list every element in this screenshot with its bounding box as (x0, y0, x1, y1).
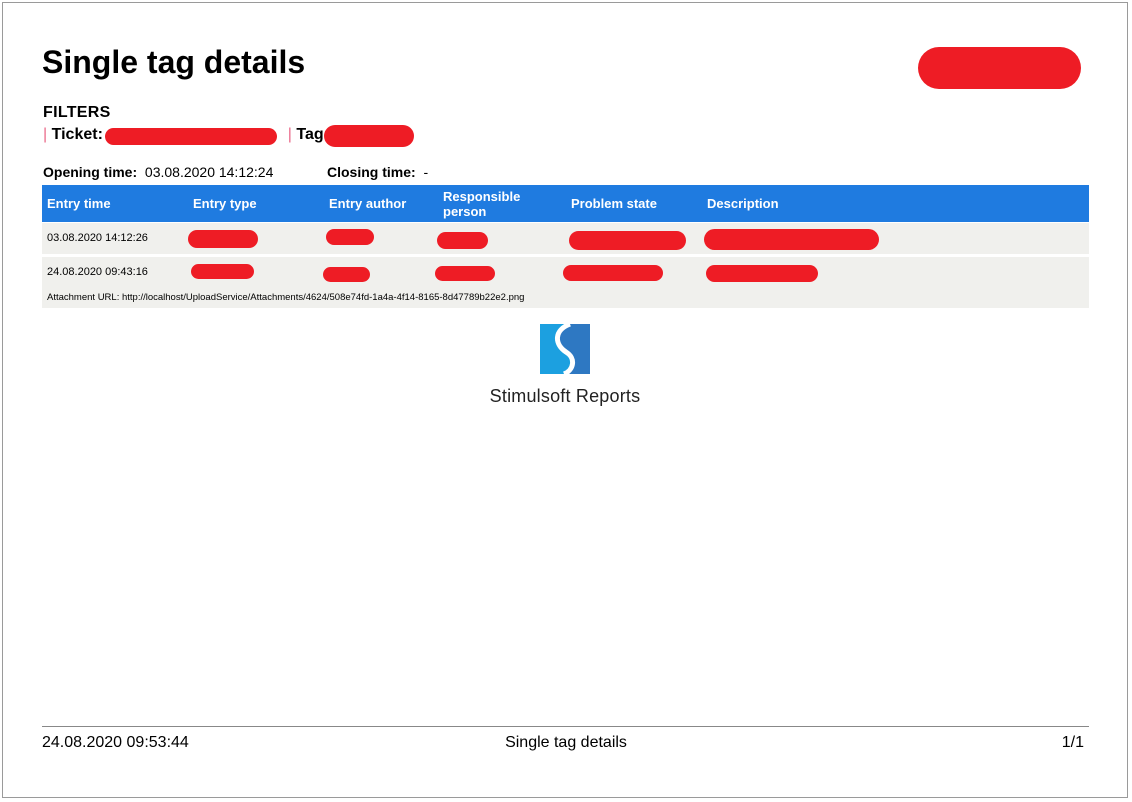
redacted-cell (188, 230, 258, 248)
redacted-cell (323, 267, 370, 282)
redacted-cell (326, 229, 374, 245)
redacted-tag (324, 125, 414, 147)
closing-time-label: Closing time: (327, 164, 416, 180)
stimulsoft-logo-icon (540, 324, 590, 374)
column-header-entry-author: Entry author (329, 196, 407, 211)
page-title: Single tag details (42, 44, 306, 80)
redacted-cell (706, 265, 818, 282)
footer-divider (42, 726, 1089, 727)
column-header-responsible-person: Responsible person (443, 188, 521, 219)
redacted-cell (435, 266, 495, 281)
logo-text: Stimulsoft Reports (489, 386, 641, 406)
redacted-cell (437, 232, 488, 249)
page-number: 1/1 (1061, 734, 1084, 751)
opening-time: Opening time: 03.08.2020 14:12:24 (43, 164, 273, 180)
redacted-cell (563, 265, 663, 281)
separator: | (43, 126, 48, 143)
closing-time-value: - (423, 164, 429, 180)
redacted-cell (569, 231, 686, 250)
column-header-entry-time: Entry time (47, 196, 111, 211)
column-header-problem-state: Problem state (571, 196, 657, 211)
entry-time-cell: 24.08.2020 09:43:16 (47, 266, 148, 278)
ticket-label: Ticket: (51, 126, 103, 143)
entry-time-cell: 03.08.2020 14:12:26 (47, 232, 148, 244)
opening-time-value: 03.08.2020 14:12:24 (144, 164, 274, 180)
opening-time-label: Opening time: (43, 164, 138, 180)
footer-title: Single tag details (505, 734, 627, 751)
footer-timestamp: 24.08.2020 09:53:44 (42, 734, 189, 751)
closing-time: Closing time: - (327, 164, 428, 180)
table-header: Entry time Entry type Entry author Respo… (42, 185, 1089, 222)
column-header-entry-type: Entry type (193, 196, 257, 211)
filters-heading: FILTERS (43, 104, 111, 121)
column-header-description: Description (707, 196, 779, 211)
redacted-cell (704, 229, 879, 250)
separator: | (287, 126, 292, 143)
redacted-logo-area (918, 47, 1081, 89)
attachment-url: Attachment URL: http://localhost/UploadS… (47, 292, 525, 303)
redacted-ticket (105, 128, 277, 145)
redacted-cell (191, 264, 254, 279)
